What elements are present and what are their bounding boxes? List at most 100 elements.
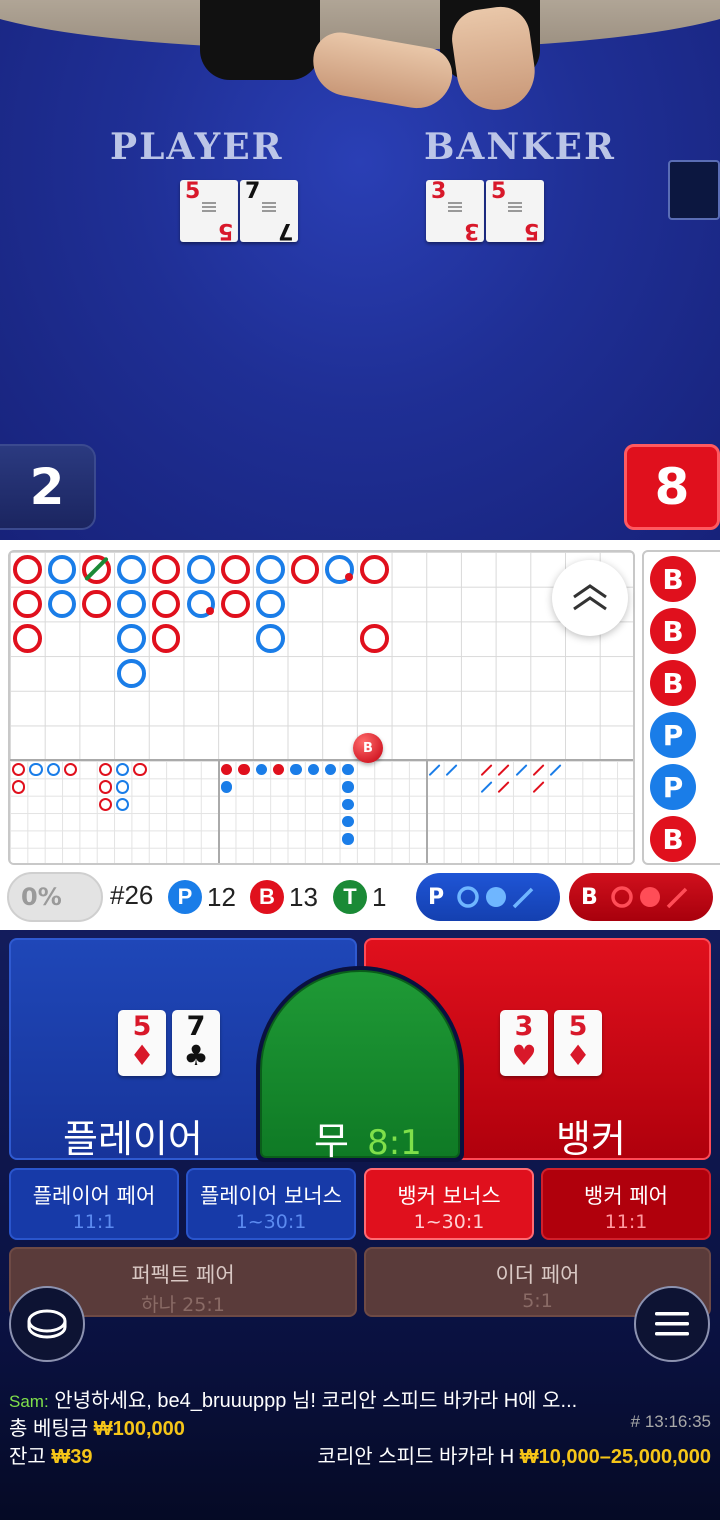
road-divider — [218, 759, 220, 863]
big-road-mark — [47, 589, 77, 619]
small-road-mark — [342, 798, 354, 811]
big-road-mark — [82, 589, 112, 619]
big-road-mark — [186, 555, 216, 584]
side-bet-name: 플레이어 보너스 — [200, 1184, 342, 1208]
player-predict-button[interactable]: P — [416, 873, 560, 921]
total-bet-label: 총 베팅금 — [9, 1418, 89, 1440]
banker-card: 5 ♦ — [554, 1010, 602, 1076]
card-value: 7 — [186, 1011, 206, 1042]
bead-plate-mark: B — [650, 660, 696, 706]
side-bet-name: 뱅커 보너스 — [397, 1184, 501, 1208]
banker-count: 13 — [289, 881, 318, 912]
big-eye-road-mark — [29, 763, 43, 777]
banker-pair-bet[interactable]: 뱅커 페어 11:1 — [541, 1168, 711, 1240]
percent-toggle[interactable]: 0% — [7, 872, 103, 922]
round-id: # 13:16:35 — [630, 1412, 711, 1431]
chip-stack-icon — [27, 1309, 67, 1339]
tie-bet-label: 무 8:1 — [314, 1110, 422, 1165]
expand-roadmap-button[interactable] — [552, 560, 628, 636]
card-value: 3 — [431, 179, 447, 204]
card-value: 5 — [568, 1011, 588, 1042]
tie-badge: T — [333, 880, 367, 914]
big-road-mark — [117, 624, 146, 654]
big-eye-road-mark — [98, 780, 113, 794]
round-count: #26 — [110, 880, 153, 911]
big-road-mark — [117, 589, 146, 619]
card-suit-icon: ♦ — [565, 1039, 591, 1072]
card-value: 5 — [491, 179, 507, 204]
tie-bet-spot[interactable]: 무 8:1 — [256, 966, 464, 1165]
big-road-mark — [151, 589, 181, 619]
chip-tray-button[interactable] — [9, 1286, 85, 1362]
big-road-mark — [13, 555, 42, 584]
baccarat-screen: PLAYER BANKER 5 5 7 7 3 3 5 5 2 8 B B B … — [0, 0, 720, 1520]
chat-message[interactable]: Sam: 안녕하세요, be4_bruuuppp 님! 코리안 스피드 바카라 … — [9, 1384, 709, 1413]
banker-card: 5 5 — [486, 179, 544, 243]
live-video: PLAYER BANKER 5 5 7 7 3 3 5 5 2 8 — [0, 0, 720, 540]
big-road-mark — [255, 589, 285, 619]
player-card: 7 ♣ — [172, 1010, 220, 1076]
predict-symbols-icon — [611, 886, 688, 909]
menu-icon — [655, 1312, 689, 1336]
player-bet-label: 플레이어 — [63, 1117, 203, 1161]
bead-plate-mark: B — [650, 556, 696, 602]
side-bet-name: 퍼펙트 페어 — [131, 1263, 235, 1287]
small-road-mark — [238, 764, 250, 776]
big-road-mark — [290, 555, 320, 584]
banker-score: 8 — [624, 444, 720, 530]
player-badge: P — [168, 880, 202, 914]
bead-plate-mark: P — [650, 764, 696, 810]
pair-mark — [206, 607, 215, 616]
card-suit-icon: ♦ — [129, 1039, 155, 1072]
banker-bet-label: 뱅커 — [556, 1117, 626, 1161]
balance-value: ₩39 — [51, 1446, 93, 1468]
card-value: 5 — [185, 179, 201, 204]
player-score: 2 — [0, 444, 96, 530]
big-road-mark — [221, 589, 250, 619]
big-road-mark — [13, 589, 42, 619]
total-bet-value: ₩100,000 — [93, 1418, 185, 1440]
side-bet-odds: 11:1 — [604, 1211, 648, 1233]
percent-toggle-label: 0% — [21, 883, 62, 911]
big-road-mark — [47, 555, 77, 584]
card-suit-icon: ♥ — [511, 1039, 537, 1072]
road-divider — [10, 759, 633, 761]
banker-badge: B — [250, 880, 284, 914]
prediction-marker: B — [353, 733, 383, 763]
banker-predict-button[interactable]: B — [569, 873, 713, 921]
betting-area: 5 ♦ 7 ♣ 플레이어 3 ♥ 5 ♦ 뱅커 무 8:1 플레이어 페어 11… — [0, 930, 720, 1520]
small-road-mark — [342, 833, 354, 845]
chat-sender: Sam: — [9, 1392, 49, 1411]
bead-plate-mark: B — [650, 608, 696, 654]
bead-plate-mark: P — [650, 712, 696, 758]
player-pair-bet[interactable]: 플레이어 페어 11:1 — [9, 1168, 179, 1240]
banker-bonus-bet[interactable]: 뱅커 보너스 1~30:1 — [364, 1168, 534, 1240]
balance-label: 잔고 — [9, 1446, 46, 1468]
big-eye-road-mark — [133, 763, 147, 777]
tie-count-stat: T 1 — [333, 880, 386, 914]
banker-card: 3 ♥ — [500, 1010, 548, 1076]
big-road-mark — [117, 555, 146, 584]
player-predict-label: P — [428, 884, 445, 910]
side-bet-name: 플레이어 페어 — [32, 1184, 156, 1208]
big-road-mark — [117, 659, 146, 688]
player-bonus-bet[interactable]: 플레이어 보너스 1~30:1 — [186, 1168, 356, 1240]
bead-plate-road[interactable]: BBBPPB — [642, 550, 720, 865]
banker-count-stat: B 13 — [250, 880, 318, 914]
balance-line: 잔고 ₩39 코리안 스피드 바카라 H ₩10,000–25,000,000 — [9, 1440, 711, 1469]
side-bet-odds: 1~30:1 — [235, 1211, 307, 1233]
card-value: 5 — [217, 218, 233, 243]
player-card: 5 ♦ — [118, 1010, 166, 1076]
tie-label: 무 — [314, 1119, 349, 1163]
tie-count: 1 — [372, 881, 387, 912]
card-suit-icon: ♣ — [183, 1039, 209, 1072]
menu-button[interactable] — [634, 1286, 710, 1362]
predict-symbols-icon — [457, 886, 534, 909]
big-road-mark — [360, 555, 389, 584]
player-card: 7 7 — [240, 180, 298, 243]
banker-card: 3 3 — [426, 179, 484, 243]
bead-road-grid[interactable]: B — [8, 550, 635, 865]
dealer-sleeve — [200, 0, 320, 80]
side-bet-name: 이더 페어 — [495, 1263, 580, 1287]
banker-title: BANKER — [424, 126, 616, 168]
